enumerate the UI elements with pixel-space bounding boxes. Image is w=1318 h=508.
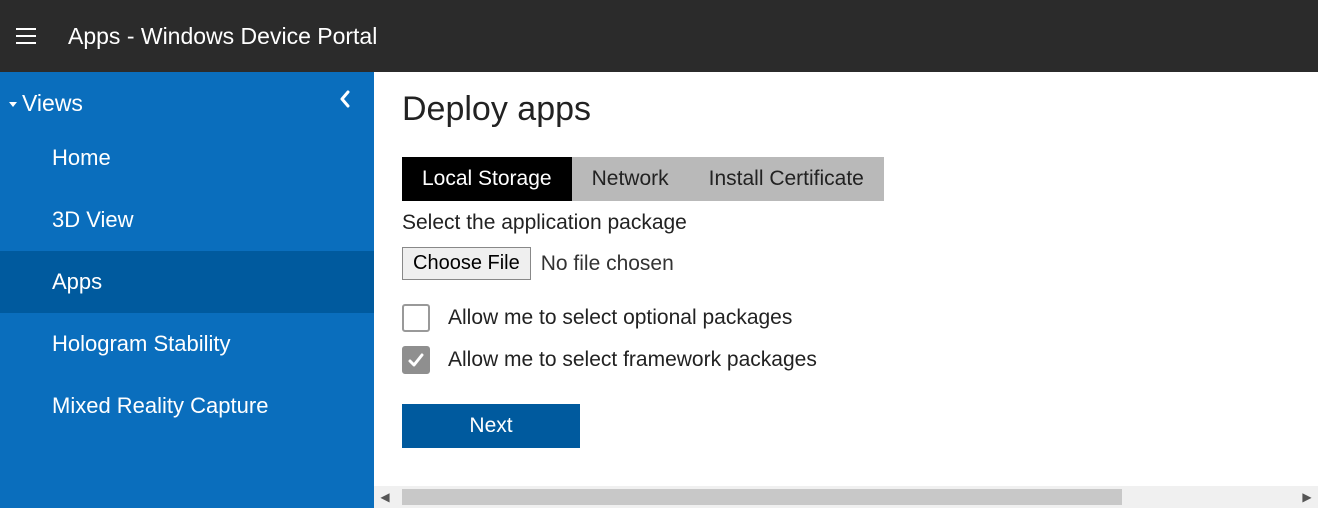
file-chosen-status: No file chosen	[541, 252, 674, 276]
scroll-right-icon[interactable]: ▶	[1296, 486, 1318, 508]
next-button[interactable]: Next	[402, 404, 580, 448]
tab-local-storage[interactable]: Local Storage	[402, 157, 572, 201]
main-content: Deploy apps Local Storage Network Instal…	[374, 72, 1318, 508]
tab-network[interactable]: Network	[572, 157, 689, 201]
choose-file-button[interactable]: Choose File	[402, 247, 531, 280]
scrollbar-thumb[interactable]	[402, 489, 1122, 505]
sidebar: Views Home 3D View Apps Hologram Stabili…	[0, 72, 374, 508]
app-header: Apps - Windows Device Portal	[0, 0, 1318, 72]
sidebar-item-3d-view[interactable]: 3D View	[0, 189, 374, 251]
scroll-left-icon[interactable]: ◀	[374, 486, 396, 508]
checkbox-framework-packages[interactable]	[402, 346, 430, 374]
checkbox-optional-packages-label: Allow me to select optional packages	[448, 306, 792, 330]
checkmark-icon	[406, 350, 426, 370]
sidebar-item-home[interactable]: Home	[0, 127, 374, 189]
sidebar-section-views[interactable]: Views	[0, 72, 374, 127]
page-title: Deploy apps	[402, 90, 1290, 129]
horizontal-scrollbar[interactable]: ◀ ▶	[374, 486, 1318, 508]
hamburger-icon[interactable]	[16, 24, 40, 48]
sidebar-item-mixed-reality-capture[interactable]: Mixed Reality Capture	[0, 375, 374, 437]
deploy-tabs: Local Storage Network Install Certificat…	[402, 157, 1290, 201]
checkbox-framework-packages-label: Allow me to select framework packages	[448, 348, 817, 372]
caret-down-icon	[6, 90, 20, 117]
sidebar-item-hologram-stability[interactable]: Hologram Stability	[0, 313, 374, 375]
tab-install-certificate[interactable]: Install Certificate	[689, 157, 884, 201]
sidebar-section-label: Views	[22, 90, 83, 117]
sidebar-item-apps[interactable]: Apps	[0, 251, 374, 313]
page-header-title: Apps - Windows Device Portal	[68, 23, 377, 50]
select-package-label: Select the application package	[402, 211, 1290, 235]
collapse-sidebar-icon[interactable]	[338, 90, 352, 113]
sidebar-nav-list: Home 3D View Apps Hologram Stability Mix…	[0, 127, 374, 437]
checkbox-optional-packages[interactable]	[402, 304, 430, 332]
scrollbar-track[interactable]	[396, 489, 1296, 505]
